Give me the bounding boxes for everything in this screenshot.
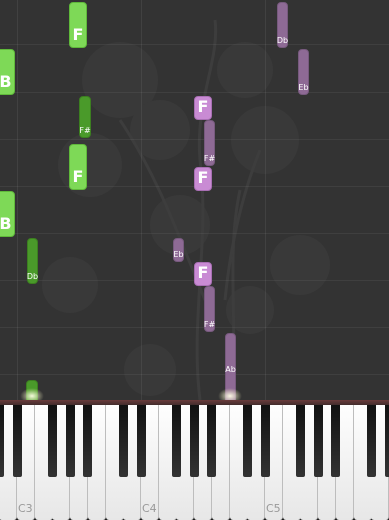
note-label: F# (79, 126, 91, 135)
grid-line (0, 139, 389, 140)
note-bar: Eb (298, 49, 309, 95)
note-label: Db (26, 272, 39, 281)
piano-keyboard: C3 C4 C5 (0, 405, 389, 520)
black-key[interactable] (385, 405, 389, 477)
note-bar: B (0, 49, 15, 95)
black-key[interactable] (13, 405, 22, 477)
grid-line (0, 92, 389, 93)
grid-line (17, 0, 18, 402)
black-key[interactable] (296, 405, 305, 477)
black-key[interactable] (137, 405, 146, 477)
black-key[interactable] (331, 405, 340, 477)
grid-line (265, 0, 266, 402)
background-flower-artwork (42, 19, 330, 401)
note-bar: F# (204, 120, 215, 166)
grid-line (0, 233, 389, 234)
note-label: F (197, 97, 209, 116)
note-bar: F (194, 262, 212, 286)
note-bar: F# (79, 96, 91, 138)
grid-line (0, 44, 389, 45)
octave-label-c5: C5 (266, 502, 281, 515)
octave-label-c4: C4 (142, 502, 157, 515)
grid-line (141, 0, 142, 402)
note-label: F (72, 167, 84, 186)
note-label: Db (276, 36, 289, 45)
note-bar: F (194, 167, 212, 191)
black-key[interactable] (0, 405, 4, 477)
note-label: F (197, 263, 209, 282)
black-key[interactable] (172, 405, 181, 477)
note-label: Eb (173, 250, 184, 259)
note-bar: Db (277, 2, 288, 48)
black-key[interactable] (207, 405, 216, 477)
note-bar: B (0, 191, 15, 237)
note-label: Eb (298, 83, 309, 92)
black-key[interactable] (83, 405, 92, 477)
note-bar: F (69, 2, 87, 48)
note-label: B (0, 72, 12, 91)
note-label: Ab (225, 365, 236, 374)
note-label: F# (203, 154, 216, 163)
grid-line (0, 327, 389, 328)
piano-tutorial-screen: F B F# F B Db Db Eb F F# F Eb F F# Ab C3… (0, 0, 389, 520)
note-bar: F (194, 96, 212, 120)
note-bar: Db (27, 238, 38, 284)
black-key[interactable] (367, 405, 376, 477)
note-label: F (197, 168, 209, 187)
falling-notes-area: F B F# F B Db Db Eb F F# F Eb F F# Ab (0, 0, 389, 402)
note-label: B (0, 214, 12, 233)
black-key[interactable] (190, 405, 199, 477)
note-label: F (72, 25, 84, 44)
black-key[interactable] (261, 405, 270, 477)
note-label: F# (203, 320, 216, 329)
black-key[interactable] (48, 405, 57, 477)
note-bar: Eb (173, 238, 184, 262)
grid-line (0, 374, 389, 375)
black-key[interactable] (243, 405, 252, 477)
black-key[interactable] (119, 405, 128, 477)
black-key[interactable] (314, 405, 323, 477)
black-key[interactable] (66, 405, 75, 477)
note-bar: F# (204, 286, 215, 332)
note-bar: F (69, 144, 87, 190)
octave-label-c3: C3 (18, 502, 33, 515)
